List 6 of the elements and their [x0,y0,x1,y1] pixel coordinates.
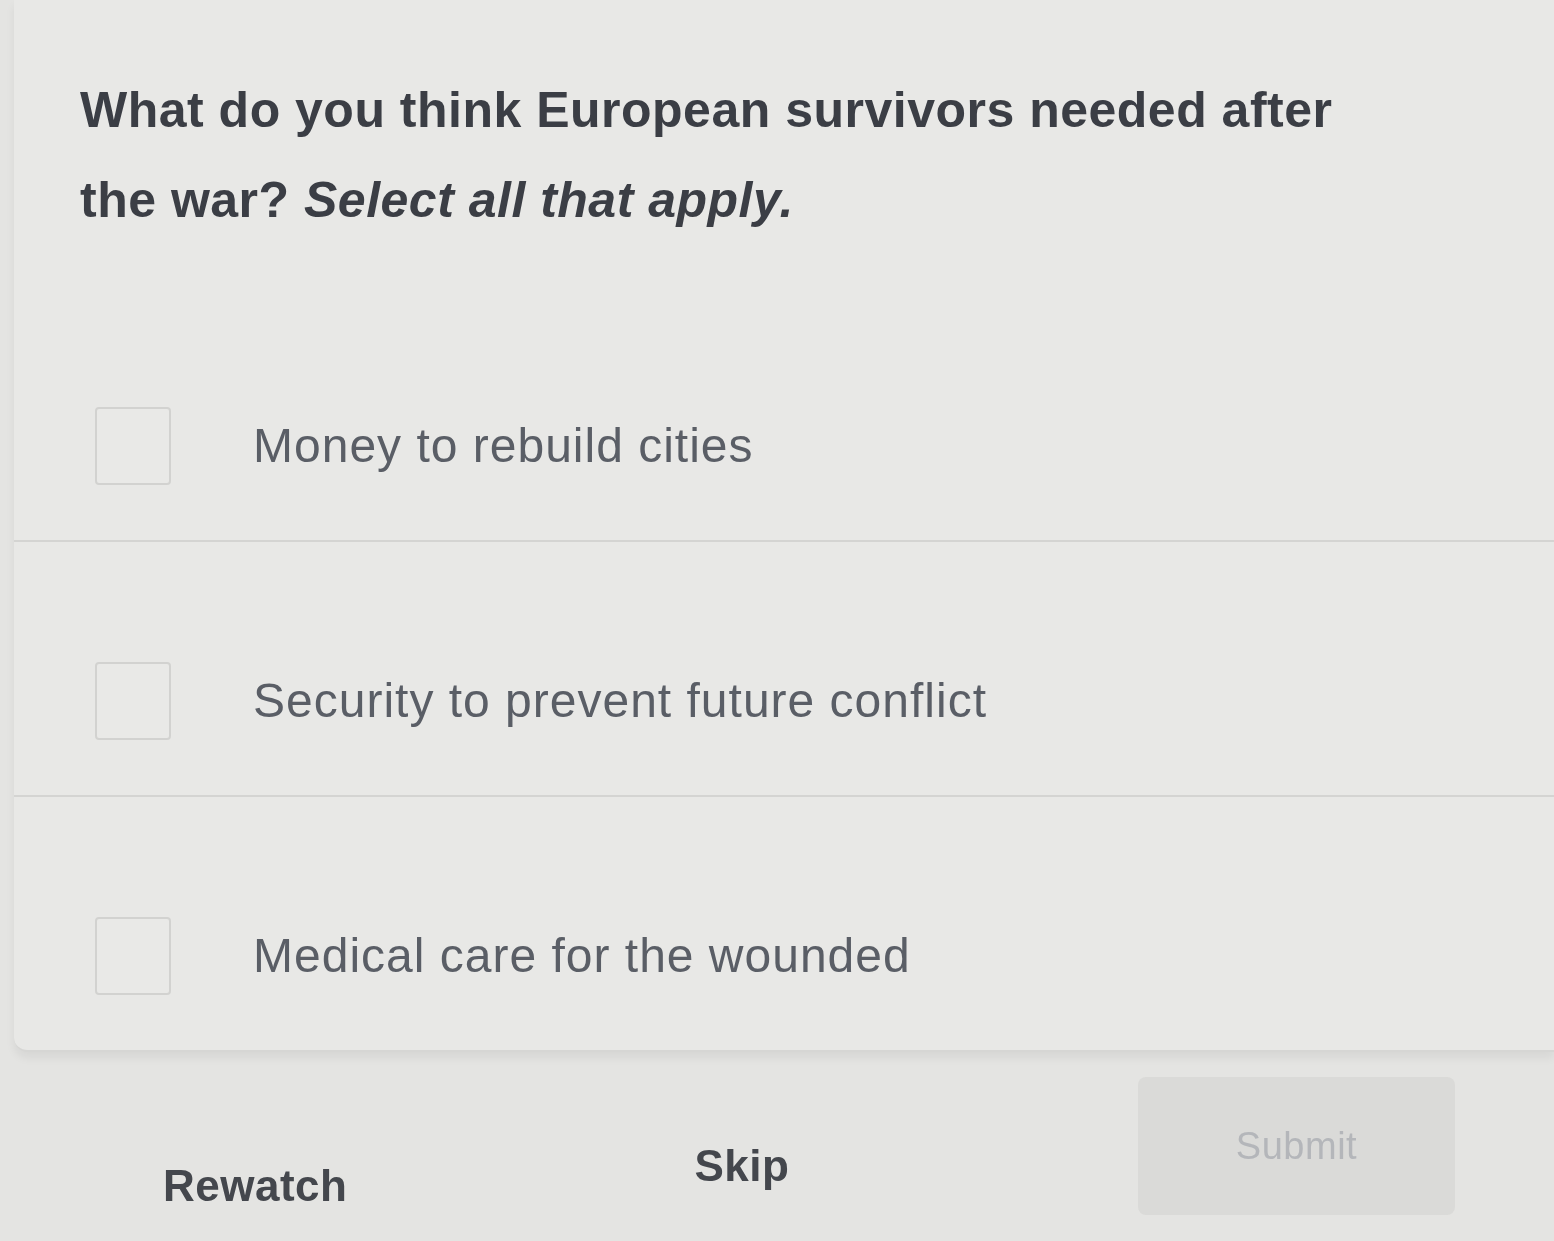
action-button[interactable]: Skip [684,1135,800,1197]
question-text: What do you think European survivors needed after the war? Select all that apply. [80,81,1334,230]
option-label[interactable]: Medical care for the wounded [253,927,911,985]
option-label[interactable]: Security to prevent future conflict [253,672,987,730]
action-button[interactable]: Rewatch [153,1155,358,1217]
option-label[interactable]: Money to rebuild cities [253,417,754,475]
